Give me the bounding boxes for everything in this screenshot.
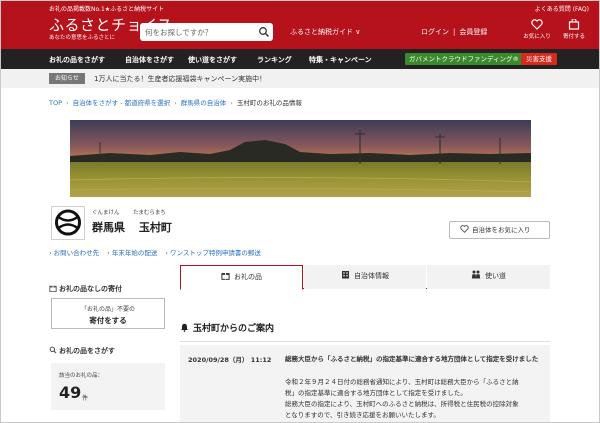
municipality-tabs: お礼の品 自治体情報 使い道 — [180, 265, 550, 290]
people-icon — [471, 270, 481, 279]
search-icon[interactable] — [258, 26, 270, 38]
news-body-line: 総務大臣の指定により、玉村町へのふるさと納税は、所得税と住民税の控除対象 — [285, 400, 519, 408]
news-body-line: 税」の指定基準に適合する地方団体として指定を受けました。 — [285, 389, 467, 397]
favorite-municipality-label: 自治体をお気に入り — [472, 226, 531, 234]
nav-item-uses[interactable]: 使い道をさがす — [188, 55, 237, 65]
breadcrumb-prefecture-select[interactable]: 自治体をさがす - 都道府県を選択 — [73, 99, 170, 107]
prefecture-name: 群馬県 — [92, 221, 125, 234]
breadcrumb-top[interactable]: TOP — [49, 99, 62, 107]
tab-municipality-info[interactable]: 自治体情報 — [304, 265, 426, 289]
nav-item-municipalities[interactable]: 自治体をさがす — [125, 55, 174, 65]
page: お礼の品掲載数No.1★ふるさと納税サイト よくある質問 (FAQ) ふるさとチ… — [0, 0, 600, 423]
gift-icon — [221, 273, 230, 280]
new-year-delivery-link[interactable]: › 年末年始の配送 — [107, 249, 157, 257]
breadcrumb-separator: › — [230, 99, 233, 107]
site-header: お礼の品掲載数No.1★ふるさと納税サイト よくある質問 (FAQ) ふるさとチ… — [1, 1, 599, 49]
breadcrumb-current: 玉村町のお礼の品情報 — [236, 99, 302, 107]
town-kana: たまむらまち — [133, 210, 166, 216]
register-link[interactable]: 会員登録 — [459, 27, 487, 37]
announcement-link[interactable]: 1万人に当たる！生産者応援福袋キャンペーン実施中！ — [94, 74, 266, 84]
donate-heading-text: お礼の品なしの寄付 — [59, 285, 122, 293]
news-body-line: となりますので、引き続き応援をお願いいたします。 — [285, 411, 440, 419]
login-link[interactable]: ログイン — [421, 27, 449, 37]
cart-button[interactable]: 寄付する — [558, 19, 590, 40]
nav-item-gifts[interactable]: お礼の品をさがす — [49, 55, 105, 65]
search-input[interactable] — [145, 25, 255, 39]
announcement-bar: お知らせ 1万人に当たる！生産者応援福袋キャンペーン実施中！ — [1, 69, 599, 88]
heart-icon — [460, 225, 469, 233]
building-icon — [342, 271, 349, 279]
announcement-badge: お知らせ — [49, 73, 85, 84]
nav-item-campaigns[interactable]: 特集・キャンペーン — [309, 55, 372, 65]
search-icon — [49, 346, 57, 354]
municipality-name: 群馬県 玉村町 — [92, 219, 172, 235]
town-name: 玉村町 — [138, 221, 172, 234]
faq-link[interactable]: よくある質問 (FAQ) — [535, 4, 589, 13]
site-tagline: お礼の品掲載数No.1★ふるさと納税サイト — [49, 6, 165, 13]
news-heading-text: 玉村町からのご案内 — [193, 324, 275, 334]
gift-count-unit: 件 — [82, 395, 89, 402]
favorites-label: お気に入り — [523, 34, 551, 40]
news-body-line: 令和２年９月２４日付の総務省通知により、玉村町は総務大臣から「ふるさと納 — [285, 378, 519, 386]
gift-icon — [49, 285, 57, 292]
tab-gifts[interactable]: お礼の品 — [180, 265, 303, 290]
main-nav: お礼の品をさがす 自治体をさがす 使い道をさがす ランキング 特集・キャンペーン… — [1, 49, 599, 69]
tab-uses[interactable]: 使い道 — [427, 265, 550, 289]
one-stop-application-link[interactable]: › ワンストップ特例申請書の郵送 — [165, 249, 261, 257]
nav-item-ranking[interactable]: ランキング — [257, 55, 292, 65]
search-box — [140, 23, 273, 41]
account-links: ログイン | 会員登録 — [421, 27, 487, 37]
news-item: 2020/09/28（月） 11:12 総務大臣から「ふるさと納税」の指定基準に… — [180, 345, 550, 422]
donate-button-line1: 「お礼の品」不要の — [80, 306, 135, 313]
bell-icon — [181, 323, 188, 332]
search-gifts-heading-text: お礼の品をさがす — [59, 347, 115, 355]
contact-link[interactable]: › お問い合わせ先 — [49, 249, 99, 257]
gift-count-box: 該当のお礼の品： 49 件 — [51, 363, 165, 410]
breadcrumb-separator: › — [66, 99, 69, 107]
breadcrumb-gunma[interactable]: 群馬県の自治体 — [181, 99, 227, 107]
municipality-news-heading: 玉村町からのご案内 — [180, 321, 274, 334]
breadcrumb: TOP › 自治体をさがす - 都道府県を選択 › 群馬県の自治体 › 玉村町のお礼の品情報 — [49, 97, 302, 107]
municipality-emblem — [51, 206, 85, 240]
cart-label: 寄付する — [562, 34, 585, 40]
gcf-button[interactable]: ガバメントクラウドファンディング® — [405, 53, 524, 65]
favorite-municipality-button[interactable]: 自治体をお気に入り — [449, 221, 550, 239]
donate-without-gift-heading: お礼の品なしの寄付 — [49, 284, 122, 294]
donate-button-line2: 寄付をする — [89, 316, 127, 325]
municipality-banner-image — [70, 120, 531, 197]
breadcrumb-separator: › — [174, 99, 177, 107]
separator: | — [453, 28, 456, 36]
tab-uses-label: 使い道 — [485, 272, 506, 280]
search-gifts-heading: お礼の品をさがす — [49, 346, 115, 356]
donate-without-gift-button[interactable]: 「お礼の品」不要の 寄付をする — [51, 298, 165, 329]
site-logo-subtitle: あなたの意思をふるさとに — [49, 35, 116, 41]
heart-icon — [531, 19, 543, 30]
disaster-support-button[interactable]: 災害支援 — [521, 53, 557, 65]
gift-count-value: 49 — [59, 383, 82, 402]
tab-gifts-label: お礼の品 — [234, 273, 262, 281]
prefecture-kana: ぐんまけん — [92, 210, 120, 216]
favorites-button[interactable]: お気に入り — [521, 19, 553, 40]
gift-count-label: 該当のお礼の品： — [59, 373, 104, 379]
furusato-guide-menu[interactable]: ふるさと納税ガイド ∨ — [290, 27, 360, 37]
news-title[interactable]: 総務大臣から「ふるさと納税」の指定基準に適合する地方団体として指定を受けました — [285, 354, 547, 364]
cart-icon — [568, 19, 580, 30]
divider — [180, 341, 550, 342]
news-body: 令和２年９月２４日付の総務省通知により、玉村町は総務大臣から「ふるさと納 税」の… — [285, 377, 547, 421]
tab-municipality-info-label: 自治体情報 — [354, 272, 389, 280]
news-date: 2020/09/28（月） 11:12 — [188, 356, 272, 364]
municipality-sublinks: › お問い合わせ先 › 年末年始の配送 › ワンストップ特例申請書の郵送 — [49, 247, 269, 257]
